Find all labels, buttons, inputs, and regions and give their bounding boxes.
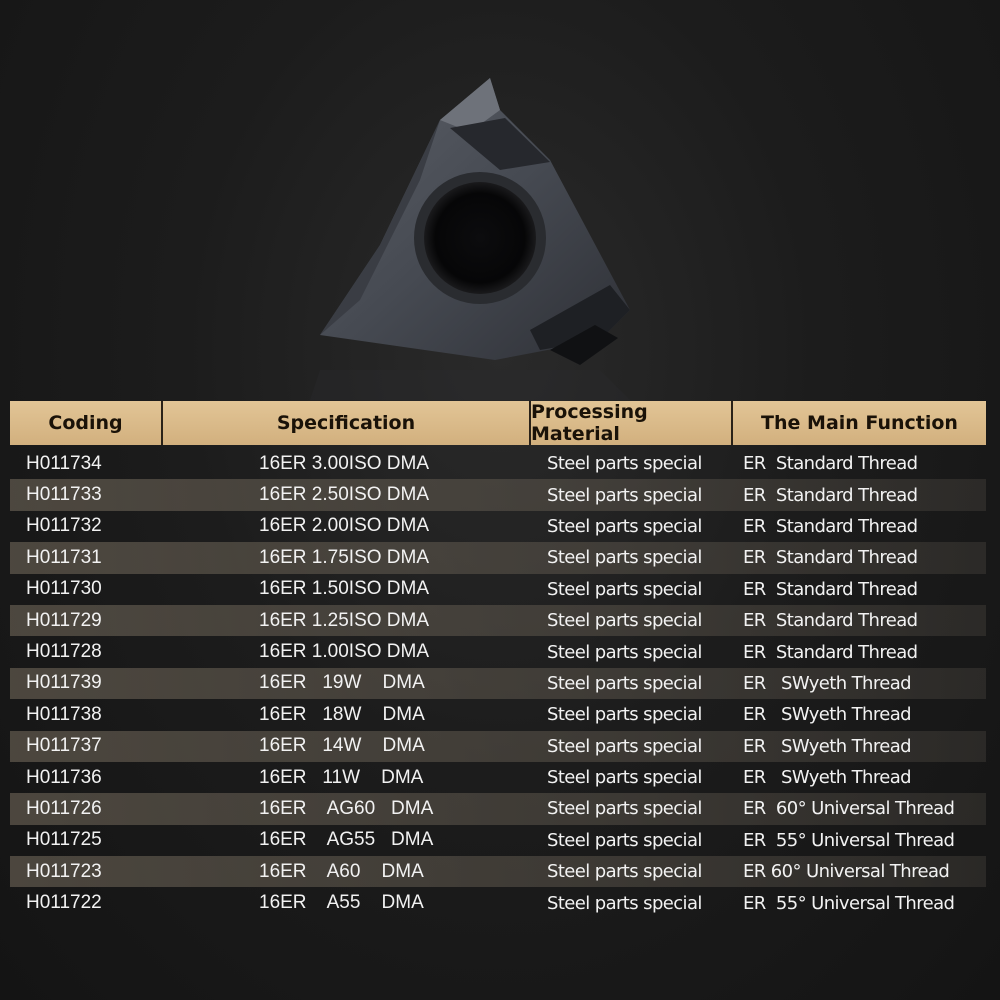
cell-coding: H011736 xyxy=(26,766,102,788)
table-row: H011734 16ER 3.00ISO DMA Steel parts spe… xyxy=(10,448,986,479)
cell-coding: H011725 xyxy=(26,829,102,851)
cell-material: Steel parts special xyxy=(547,798,702,820)
cell-material: Steel parts special xyxy=(547,515,702,537)
table-row: H011739 16ER 19W DMA Steel parts special… xyxy=(10,667,986,700)
cell-function: ER 60° Universal Thread xyxy=(743,798,955,820)
cell-specification: 16ER A55 DMA xyxy=(259,892,424,914)
table-row: H011733 16ER 2.50ISO DMA Steel parts spe… xyxy=(10,479,986,511)
table-row: H011729 16ER 1.25ISO DMA Steel parts spe… xyxy=(10,604,986,637)
cell-function: ER Standard Thread xyxy=(743,547,918,569)
cell-material: Steel parts special xyxy=(547,861,702,883)
cell-coding: H011738 xyxy=(26,703,102,725)
cell-coding: H011728 xyxy=(26,641,102,663)
header-processing-material: Processing Material xyxy=(531,401,733,445)
header-main-function: The Main Function xyxy=(761,412,958,434)
cell-specification: 16ER 14W DMA xyxy=(259,735,425,757)
cell-specification: 16ER 1.50ISO DMA xyxy=(259,578,430,600)
insert-reflection xyxy=(310,370,630,400)
cell-specification: 16ER 18W DMA xyxy=(259,703,425,725)
cell-material: Steel parts special xyxy=(547,641,702,663)
cell-coding: H011730 xyxy=(26,578,102,600)
table-row: H011723 16ER A60 DMA Steel parts special… xyxy=(10,856,986,888)
cell-coding: H011729 xyxy=(26,609,102,631)
cell-function: ER Standard Thread xyxy=(743,453,918,475)
cell-function: ER SWyeth Thread xyxy=(743,672,912,694)
cell-specification: 16ER 2.00ISO DMA xyxy=(259,515,430,537)
cell-function: ER Standard Thread xyxy=(743,641,918,663)
cell-specification: 16ER 1.75ISO DMA xyxy=(259,546,430,568)
cell-material: Steel parts special xyxy=(547,484,702,506)
insert-hole xyxy=(424,182,536,294)
cell-coding: H011737 xyxy=(26,735,102,757)
cell-function: ER 55° Universal Thread xyxy=(743,892,955,914)
table-row: H011731 16ER 1.75ISO DMA Steel parts spe… xyxy=(10,542,986,574)
cell-coding: H011726 xyxy=(26,797,102,819)
header-coding: Coding xyxy=(10,401,163,445)
cell-coding: H011733 xyxy=(26,484,102,506)
cell-function: ER 60° Universal Thread xyxy=(743,861,950,883)
table-body: H011734 16ER 3.00ISO DMA Steel parts spe… xyxy=(10,448,986,919)
cell-material: Steel parts special xyxy=(547,453,702,475)
cell-specification: 16ER A60 DMA xyxy=(259,860,424,882)
cell-material: Steel parts special xyxy=(547,767,702,789)
cell-function: ER SWyeth Thread xyxy=(743,767,912,789)
cell-specification: 16ER 19W DMA xyxy=(259,672,425,694)
table-row: H011722 16ER A55 DMA Steel parts special… xyxy=(10,887,986,918)
cell-coding: H011739 xyxy=(26,672,102,694)
header-specification: Specification xyxy=(163,401,531,445)
cell-specification: 16ER 3.00ISO DMA xyxy=(259,452,430,474)
cell-coding: H011732 xyxy=(26,515,102,537)
table-row: H011730 16ER 1.50ISO DMA Steel parts spe… xyxy=(10,574,986,605)
threading-insert-image xyxy=(310,78,630,400)
cell-function: ER Standard Thread xyxy=(743,484,918,506)
cell-material: Steel parts special xyxy=(547,672,702,694)
cell-specification: 16ER AG60 DMA xyxy=(259,797,434,819)
cell-material: Steel parts special xyxy=(547,892,702,914)
cell-specification: 16ER 11W DMA xyxy=(259,766,424,788)
cell-specification: 16ER 2.50ISO DMA xyxy=(259,484,430,506)
spec-table: Coding Specification Processing Material… xyxy=(10,401,986,919)
table-row: H011732 16ER 2.00ISO DMA Steel parts spe… xyxy=(10,511,986,542)
cell-specification: 16ER 1.00ISO DMA xyxy=(259,641,430,663)
cell-function: ER SWyeth Thread xyxy=(743,735,912,757)
cell-material: Steel parts special xyxy=(547,578,702,600)
table-row: H011738 16ER 18W DMA Steel parts special… xyxy=(10,699,986,730)
table-row: H011726 16ER AG60 DMA Steel parts specia… xyxy=(10,793,986,825)
cell-material: Steel parts special xyxy=(547,829,702,851)
cell-material: Steel parts special xyxy=(547,735,702,757)
cell-material: Steel parts special xyxy=(547,547,702,569)
cell-function: ER Standard Thread xyxy=(743,610,918,632)
cell-function: ER Standard Thread xyxy=(743,578,918,600)
cell-specification: 16ER AG55 DMA xyxy=(259,829,434,851)
cell-coding: H011734 xyxy=(26,452,102,474)
table-row: H011728 16ER 1.00ISO DMA Steel parts spe… xyxy=(10,636,986,667)
cell-function: ER SWyeth Thread xyxy=(743,704,912,726)
cell-material: Steel parts special xyxy=(547,610,702,632)
cell-coding: H011731 xyxy=(26,546,102,568)
cell-coding: H011723 xyxy=(26,860,102,882)
table-row: H011736 16ER 11W DMA Steel parts special… xyxy=(10,762,986,793)
cell-material: Steel parts special xyxy=(547,704,702,726)
table-row: H011725 16ER AG55 DMA Steel parts specia… xyxy=(10,825,986,856)
cell-function: ER 55° Universal Thread xyxy=(743,829,955,851)
cell-specification: 16ER 1.25ISO DMA xyxy=(259,609,430,631)
cell-coding: H011722 xyxy=(26,892,102,914)
table-row: H011737 16ER 14W DMA Steel parts special… xyxy=(10,730,986,762)
cell-function: ER Standard Thread xyxy=(743,515,918,537)
table-header: Coding Specification Processing Material… xyxy=(10,401,986,445)
